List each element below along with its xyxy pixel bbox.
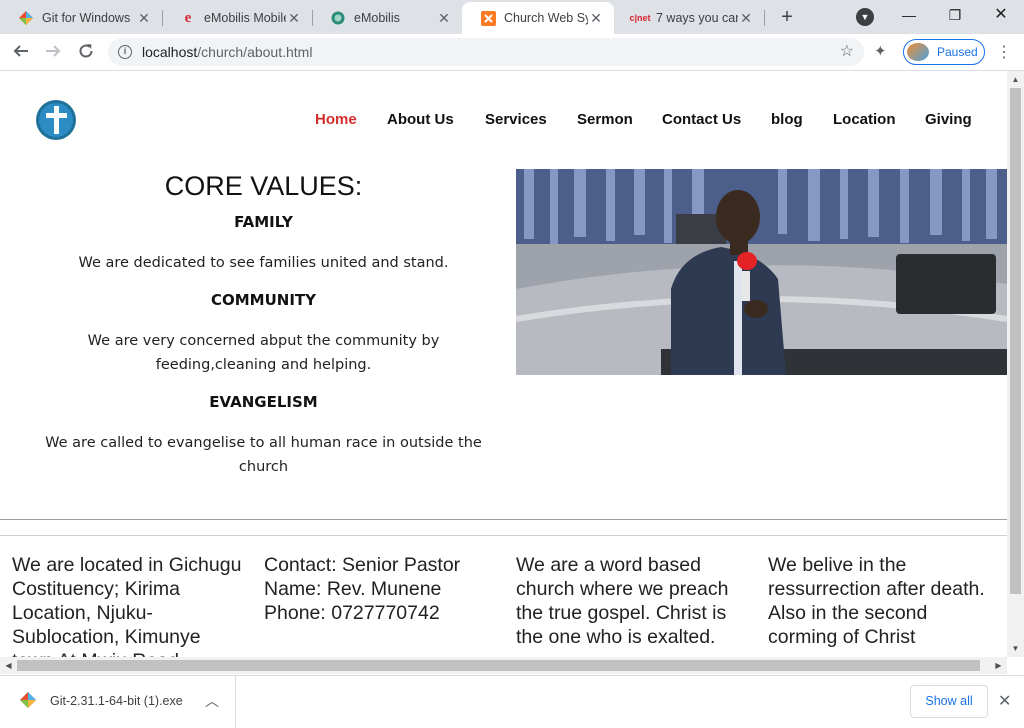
close-icon[interactable]: ✕ [738,10,754,27]
tab-title: Git for Windows [42,11,131,25]
avatar [907,43,929,61]
value-text: We are called to evangelise to all human… [45,435,482,475]
git-diamond-icon [20,692,36,713]
nav-contact-us[interactable]: Contact Us [662,111,741,128]
footer-word-based: We are a word based church where we prea… [516,554,729,648]
download-filename: Git-2.31.1-64-bit (1).exe [50,694,183,708]
tab-title: eMobilis [354,11,400,25]
nav-giving[interactable]: Giving [925,111,972,128]
url-host: localhost [142,44,198,60]
tab-title: 7 ways you can t [656,11,738,25]
emobilis-e-icon: e [184,9,192,26]
scroll-right-icon[interactable]: ▶ [990,657,1007,674]
site-info-icon[interactable]: i [118,45,132,59]
nav-home[interactable]: Home [315,111,357,128]
profile-status: Paused [937,45,978,59]
tab-church-web-sys[interactable]: Church Web Sys ✕ [462,2,614,34]
tab-emobilis[interactable]: eMobilis ✕ [312,2,462,34]
footer-top-border [0,535,1007,536]
section-divider [0,519,1007,520]
back-arrow-icon [13,45,28,57]
pastor-photo [516,169,1007,375]
tab-git-for-windows[interactable]: Git for Windows ✕ [0,2,162,34]
extensions-puzzle-icon[interactable]: ✦ [874,42,887,60]
forward-arrow-icon [46,45,61,57]
address-bar[interactable]: i localhost/church/about.html ☆ [108,38,864,66]
show-all-button[interactable]: Show all [910,685,988,718]
footer-contact: Contact: Senior Pastor Name: Rev. Munene… [264,554,461,624]
cross-vertical [54,106,59,134]
tab-search-icon[interactable]: ▼ [856,8,874,26]
profile-button[interactable]: Paused [903,39,985,65]
chevron-up-icon[interactable]: ︿ [205,691,219,711]
value-heading: COMMUNITY [210,291,317,309]
close-icon[interactable]: ✕ [136,10,152,27]
url-text[interactable]: localhost/church/about.html [142,44,312,60]
git-diamond-icon [18,10,34,26]
tab-strip: Git for Windows ✕ e eMobilis Mobile ✕ eM… [0,0,1024,34]
tab-title: eMobilis Mobile [204,11,286,25]
tab-cnet[interactable]: c|net 7 ways you can t ✕ [614,2,764,34]
new-tab-button[interactable]: + [776,6,798,28]
emobilis-globe-icon [330,10,346,26]
downloads-bar: Git-2.31.1-64-bit (1).exe ︿ Show all ✕ [0,675,1024,728]
xampp-icon [480,10,496,26]
tab-separator [764,10,765,26]
church-logo-icon[interactable] [36,100,76,140]
close-icon[interactable]: ✕ [588,10,604,27]
scroll-left-icon[interactable]: ◀ [0,657,17,674]
vertical-scroll-thumb[interactable] [1010,88,1021,594]
horizontal-scrollbar[interactable]: ◀ ▶ [0,657,1007,674]
cross-horizontal [46,113,67,118]
nav-sermon[interactable]: Sermon [577,111,633,128]
restore-button[interactable]: ❐ [932,0,978,30]
close-icon[interactable]: ✕ [436,10,452,27]
tab-emobilis-mobile[interactable]: e eMobilis Mobile ✕ [162,2,312,34]
bookmark-star-icon[interactable]: ☆ [840,41,854,61]
vertical-scrollbar[interactable]: ▲ ▼ [1007,71,1024,657]
scroll-down-icon[interactable]: ▼ [1007,640,1024,657]
value-text: We are very concerned abput the communit… [87,333,440,373]
core-values-section: CORE VALUES: FAMILY We are dedicated to … [20,171,507,495]
footer-location: We are located in Gichugu Costituency; K… [12,554,242,657]
horizontal-scroll-thumb[interactable] [17,660,980,671]
reload-icon [79,44,93,58]
url-path: /church/about.html [197,44,313,60]
nav-location[interactable]: Location [833,111,896,128]
tab-title: Church Web Sys [504,11,588,25]
close-icon[interactable]: ✕ [998,691,1011,711]
web-page: Home About Us Services Sermon Contact Us… [0,71,1007,657]
more-menu-icon[interactable]: ⋮ [996,42,1012,62]
browser-toolbar: i localhost/church/about.html ☆ ✦ Paused… [0,34,1024,71]
back-button[interactable] [8,40,34,66]
nav-services[interactable]: Services [485,111,547,128]
pastor-preaching-image [516,169,1007,375]
forward-button[interactable] [40,40,66,66]
cnet-icon: c|net [629,13,651,23]
download-item[interactable]: Git-2.31.1-64-bit (1).exe ︿ [0,676,236,728]
page-viewport: Home About Us Services Sermon Contact Us… [0,71,1024,675]
value-heading: FAMILY [234,213,293,231]
minimize-button[interactable]: — [886,0,932,30]
core-values-title: CORE VALUES: [164,171,363,201]
reload-button[interactable] [73,40,99,66]
value-text: We are dedicated to see families united … [78,255,449,271]
scroll-up-icon[interactable]: ▲ [1007,71,1024,88]
nav-blog[interactable]: blog [771,111,803,128]
nav-about-us[interactable]: About Us [387,111,454,128]
close-icon[interactable]: ✕ [286,10,302,27]
close-window-button[interactable]: ✕ [978,0,1024,30]
value-heading: EVANGELISM [209,393,318,411]
footer-belief: We belive in the ressurrection after dea… [768,554,985,648]
